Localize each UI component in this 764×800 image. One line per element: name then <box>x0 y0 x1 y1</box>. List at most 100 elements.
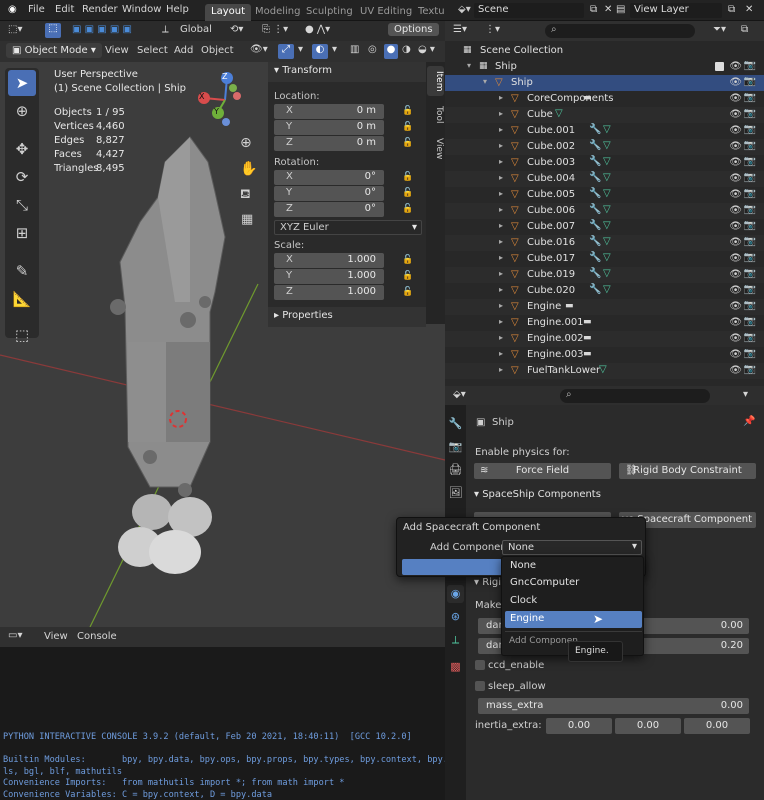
console-menu-console[interactable]: Console <box>77 631 117 642</box>
eye-icon[interactable]: 👁 <box>729 77 742 88</box>
transform-section-header[interactable]: ▾ Transform <box>268 62 426 82</box>
zoom-icon[interactable]: ⊕ <box>240 135 252 151</box>
chevron-right-icon[interactable]: ▸ <box>499 301 503 310</box>
outliner-item[interactable]: ▸ ▽ Cube.005 🔧 ▽ 👁 📷 <box>445 187 764 203</box>
camera-icon[interactable]: 📷 <box>744 316 756 327</box>
outliner-item[interactable]: ▸ ▽ FuelTankLower ▽ 👁 📷 <box>445 363 764 379</box>
chevron-right-icon[interactable]: ▸ <box>499 253 503 262</box>
ortho-grid-icon[interactable]: ▦ <box>241 212 253 227</box>
option-engine[interactable]: Engine <box>505 611 642 628</box>
new-view-layer-icon[interactable]: ⧉ <box>728 4 735 15</box>
camera-icon[interactable]: 📷 <box>744 156 756 167</box>
lock-icon[interactable]: 🔓 <box>402 106 413 116</box>
menu-window[interactable]: Window <box>122 4 161 15</box>
chevron-right-icon[interactable]: ▸ <box>499 221 503 230</box>
exclude-checkbox[interactable] <box>715 62 724 71</box>
modifier-icon[interactable]: 🔧 <box>589 156 601 167</box>
new-collection-icon[interactable]: ⧉ <box>741 24 748 35</box>
mesh-data-icon[interactable]: ▽ <box>603 204 611 215</box>
pivot-icon[interactable]: ⟲▾ <box>230 24 243 35</box>
modifier-icon[interactable]: 🔧 <box>589 124 601 135</box>
outliner-item[interactable]: ▸ ▽ Cube.001 🔧 ▽ 👁 📷 <box>445 123 764 139</box>
modifier-icon[interactable]: 🔧 <box>589 284 601 295</box>
rotation-z-field[interactable]: Z 0° <box>274 202 384 217</box>
outliner-scene-collection[interactable]: ▦ Scene Collection <box>445 43 764 59</box>
editor-type-icon[interactable]: ⬚▾ <box>8 24 22 35</box>
inertia-y-field[interactable]: 0.00 <box>615 718 681 734</box>
menu-help[interactable]: Help <box>166 4 189 15</box>
modifier-icon[interactable]: 🔧 <box>589 188 601 199</box>
outliner-item[interactable]: ▸ ▽ Cube.006 🔧 ▽ 👁 📷 <box>445 203 764 219</box>
chevron-right-icon[interactable]: ▸ <box>499 157 503 166</box>
camera-icon[interactable]: 📷 <box>744 108 756 119</box>
camera-view-icon[interactable]: ⛾ <box>240 187 251 204</box>
eye-icon[interactable]: 👁 <box>729 253 742 264</box>
chevron-right-icon[interactable]: ▸ <box>499 365 503 374</box>
mesh-data-icon[interactable]: ▽ <box>603 140 611 151</box>
tab-uv-editing[interactable]: UV Editing <box>354 4 418 21</box>
outliner-item[interactable]: ▸ ▽ Cube.002 🔧 ▽ 👁 📷 <box>445 139 764 155</box>
chevron-right-icon[interactable]: ▸ <box>499 349 503 358</box>
modifier-icon[interactable]: 🔧 <box>589 220 601 231</box>
eye-icon[interactable]: 👁 <box>729 109 742 120</box>
chevron-down-icon[interactable]: ▾ <box>743 389 748 400</box>
mesh-data-icon[interactable]: ▽ <box>603 268 611 279</box>
new-scene-icon[interactable]: ⧉ <box>590 4 597 15</box>
console-editor-icon[interactable]: ▭▾ <box>8 630 22 641</box>
lock-icon[interactable]: 🔓 <box>402 188 413 198</box>
outliner-item[interactable]: ▾ ▽ Ship 👁 📷 <box>445 75 764 91</box>
properties-section-header[interactable]: ▸ Properties <box>268 307 426 327</box>
output-properties-icon[interactable]: 🖨 <box>447 461 464 479</box>
option-none[interactable]: None <box>505 558 642 575</box>
chevron-right-icon[interactable]: ▸ <box>499 189 503 198</box>
rigid-body-section-header[interactable]: ▾ Rigi <box>474 577 501 588</box>
shading-rendered-icon[interactable]: ◒ ▾ <box>418 44 435 55</box>
orientation-selector[interactable]: Global <box>180 24 212 35</box>
camera-icon[interactable]: 📷 <box>744 172 756 183</box>
overlays-dropdown-icon[interactable]: ▾ <box>332 44 337 55</box>
eye-icon[interactable]: 👁 <box>729 205 742 216</box>
chevron-right-icon[interactable]: ▸ <box>499 205 503 214</box>
mesh-data-icon[interactable]: ▽ <box>603 124 611 135</box>
modifier-icon[interactable]: 🔧 <box>589 236 601 247</box>
select-box-icon[interactable]: ⬚ <box>45 23 61 38</box>
chevron-right-icon[interactable]: ▸ <box>499 109 503 118</box>
overlays-icon[interactable]: ◐ <box>312 44 328 59</box>
console-menu-view[interactable]: View <box>44 631 68 642</box>
tab-sculpting[interactable]: Sculpting <box>300 4 359 21</box>
camera-icon[interactable]: 📷 <box>744 76 756 87</box>
pan-hand-icon[interactable]: ✋ <box>240 161 257 177</box>
eye-icon[interactable]: 👁 <box>729 285 742 296</box>
xray-icon[interactable]: ▥ <box>350 44 359 55</box>
lock-icon[interactable]: 🔓 <box>402 204 413 214</box>
selection-mode-icons[interactable]: ▣ ▣ ▣ ▣ ▣ <box>72 24 132 35</box>
lock-icon[interactable]: 🔓 <box>402 172 413 182</box>
location-z-field[interactable]: Z 0 m <box>274 136 384 151</box>
proportional-edit-icon[interactable]: ● ⋀▾ <box>305 24 330 35</box>
mass-extra-field[interactable]: mass_extra 0.00 <box>478 698 749 714</box>
mode-selector[interactable]: ▣ Object Mode ▾ <box>6 43 102 58</box>
measure-tool-icon[interactable]: 📐 <box>8 286 36 312</box>
eye-icon[interactable]: 👁 <box>729 269 742 280</box>
mesh-data-icon[interactable]: ▽ <box>603 172 611 183</box>
eye-icon[interactable]: 👁 <box>729 157 742 168</box>
modifier-icon[interactable]: 🔧 <box>589 204 601 215</box>
delete-scene-icon[interactable]: ✕ <box>604 4 612 15</box>
chevron-right-icon[interactable]: ▸ <box>499 173 503 182</box>
camera-icon[interactable]: 📷 <box>744 140 756 151</box>
properties-search-input[interactable]: ⌕ <box>560 389 710 403</box>
inertia-z-field[interactable]: 0.00 <box>684 718 750 734</box>
rigid-body-constraint-button[interactable]: ⛓ Rigid Body Constraint <box>619 463 756 479</box>
shading-material-icon[interactable]: ◑ <box>402 44 411 55</box>
outliner-item[interactable]: ▸ ▽ Cube.003 🔧 ▽ 👁 📷 <box>445 155 764 171</box>
popup-ok-button[interactable] <box>402 559 502 575</box>
display-mode-icon[interactable]: ⋮▾ <box>485 24 500 35</box>
modifier-icon[interactable]: 🔧 <box>589 140 601 151</box>
eye-icon[interactable]: 👁 <box>729 317 742 328</box>
lock-icon[interactable]: 🔓 <box>402 122 413 132</box>
shading-solid-icon[interactable]: ● <box>384 44 398 59</box>
filter-icon[interactable]: ⏷▾ <box>713 24 726 35</box>
outliner-item[interactable]: ▸ ▽ Cube.020 🔧 ▽ 👁 📷 <box>445 283 764 299</box>
modifier-icon[interactable]: 🔧 <box>589 172 601 183</box>
outliner-item[interactable]: ▸ ▽ Engine.002 ▬ 👁 📷 <box>445 331 764 347</box>
